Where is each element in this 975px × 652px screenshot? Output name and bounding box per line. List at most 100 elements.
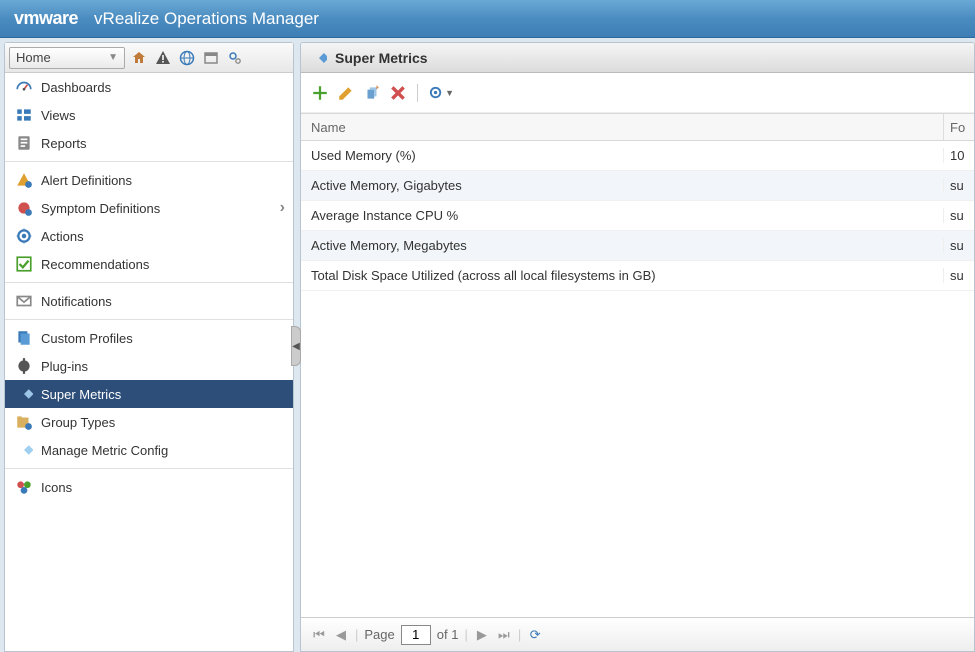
sidebar-item-label: Recommendations (41, 257, 149, 272)
chevron-down-icon: ▼ (108, 52, 118, 63)
cell-name: Active Memory, Gigabytes (301, 178, 944, 193)
dropdown-label: Home (16, 50, 51, 65)
sidebar-item-dashboards[interactable]: Dashboards (5, 73, 293, 101)
sidebar-item-custom-profiles[interactable]: Custom Profiles (5, 324, 293, 352)
edit-icon[interactable] (337, 84, 355, 102)
separator: | (464, 627, 467, 642)
sidebar-collapse-handle[interactable]: ◀ (291, 326, 301, 366)
table-row[interactable]: Active Memory, Gigabytessu (301, 171, 974, 201)
sidebar: Home ▼ Dashboards Views Reports Alert Defin… (4, 42, 294, 652)
cell-formula: su (944, 268, 974, 283)
globe-icon[interactable] (177, 48, 197, 68)
sidebar-item-alert-definitions[interactable]: Alert Definitions (5, 166, 293, 194)
icons-icon (15, 478, 33, 496)
cell-formula: su (944, 208, 974, 223)
cell-name: Average Instance CPU % (301, 208, 944, 223)
main-panel: Super Metrics ▼ Name Fo Us (300, 42, 975, 652)
chevron-right-icon: › (280, 199, 285, 217)
pager-refresh-icon[interactable]: ⟳ (527, 627, 543, 643)
pager-prev-icon[interactable]: ◀ (333, 627, 349, 643)
app-header: vmware vRealize Operations Manager (0, 0, 975, 38)
action-bar: ▼ (301, 73, 974, 113)
sidebar-item-label: Notifications (41, 294, 112, 309)
super-metrics-icon (15, 385, 33, 403)
window-icon[interactable] (201, 48, 221, 68)
pager-next-icon[interactable]: ▶ (474, 627, 490, 643)
separator: | (355, 627, 358, 642)
context-dropdown[interactable]: Home ▼ (9, 47, 125, 69)
dashboard-icon (15, 78, 33, 96)
sidebar-item-views[interactable]: Views (5, 101, 293, 129)
cell-formula: su (944, 238, 974, 253)
sidebar-item-actions[interactable]: Actions (5, 222, 293, 250)
sidebar-item-label: Super Metrics (41, 387, 121, 402)
settings-gears-icon[interactable] (225, 48, 245, 68)
brand-logo: vmware (14, 8, 78, 29)
super-metrics-icon (311, 50, 327, 66)
sidebar-item-label: Icons (41, 480, 72, 495)
home-icon[interactable] (129, 48, 149, 68)
actions-icon (15, 227, 33, 245)
pager-first-icon[interactable]: ⏮ (311, 627, 327, 643)
table-row[interactable]: Total Disk Space Utilized (across all lo… (301, 261, 974, 291)
table-row[interactable]: Average Instance CPU %su (301, 201, 974, 231)
nav-list: DashboardsViewsReportsAlert DefinitionsS… (5, 73, 293, 651)
cell-formula: 10 (944, 148, 974, 163)
column-formula[interactable]: Fo (944, 114, 974, 140)
profiles-icon (15, 329, 33, 347)
table-row[interactable]: Used Memory (%)10 (301, 141, 974, 171)
nav-separator (5, 319, 293, 320)
pager-last-icon[interactable]: ⏭ (496, 627, 512, 643)
pager-page-label: Page (364, 627, 394, 642)
sidebar-item-label: Manage Metric Config (41, 443, 168, 458)
views-icon (15, 106, 33, 124)
add-icon[interactable] (311, 84, 329, 102)
cell-name: Used Memory (%) (301, 148, 944, 163)
sidebar-item-label: Group Types (41, 415, 115, 430)
alert-def-icon (15, 171, 33, 189)
sidebar-item-label: Dashboards (41, 80, 111, 95)
group-types-icon (15, 413, 33, 431)
clone-icon[interactable] (363, 84, 381, 102)
nav-separator (5, 468, 293, 469)
nav-separator (5, 161, 293, 162)
sidebar-item-group-types[interactable]: Group Types (5, 408, 293, 436)
sidebar-item-notifications[interactable]: Notifications (5, 287, 293, 315)
sidebar-item-manage-metric-config[interactable]: Manage Metric Config (5, 436, 293, 464)
gear-menu-icon[interactable]: ▼ (428, 84, 454, 102)
sidebar-item-recommendations[interactable]: Recommendations (5, 250, 293, 278)
notifications-icon (15, 292, 33, 310)
reports-icon (15, 134, 33, 152)
grid-header: Name Fo (301, 113, 974, 141)
sidebar-item-symptom-definitions[interactable]: Symptom Definitions› (5, 194, 293, 222)
product-name: vRealize Operations Manager (94, 9, 319, 29)
sidebar-item-label: Views (41, 108, 75, 123)
sidebar-item-label: Custom Profiles (41, 331, 133, 346)
cell-name: Active Memory, Megabytes (301, 238, 944, 253)
table-row[interactable]: Active Memory, Megabytessu (301, 231, 974, 261)
sidebar-item-super-metrics[interactable]: Super Metrics (5, 380, 293, 408)
panel-title: Super Metrics (335, 50, 428, 66)
sidebar-item-label: Plug-ins (41, 359, 88, 374)
pager-page-input[interactable] (401, 625, 431, 645)
cell-formula: su (944, 178, 974, 193)
nav-separator (5, 282, 293, 283)
separator: | (518, 627, 521, 642)
metric-config-icon (15, 441, 33, 459)
pager-of-label: of 1 (437, 627, 459, 642)
grid-body: Used Memory (%)10Active Memory, Gigabyte… (301, 141, 974, 617)
alerts-icon[interactable] (153, 48, 173, 68)
cell-name: Total Disk Space Utilized (across all lo… (301, 268, 944, 283)
sidebar-item-label: Actions (41, 229, 84, 244)
sidebar-item-label: Reports (41, 136, 87, 151)
sidebar-item-icons[interactable]: Icons (5, 473, 293, 501)
sidebar-item-reports[interactable]: Reports (5, 129, 293, 157)
recommend-icon (15, 255, 33, 273)
plugins-icon (15, 357, 33, 375)
symptom-icon (15, 199, 33, 217)
separator (417, 84, 418, 102)
panel-header: Super Metrics (301, 43, 974, 73)
delete-icon[interactable] (389, 84, 407, 102)
sidebar-item-plug-ins[interactable]: Plug-ins (5, 352, 293, 380)
column-name[interactable]: Name (301, 114, 944, 140)
